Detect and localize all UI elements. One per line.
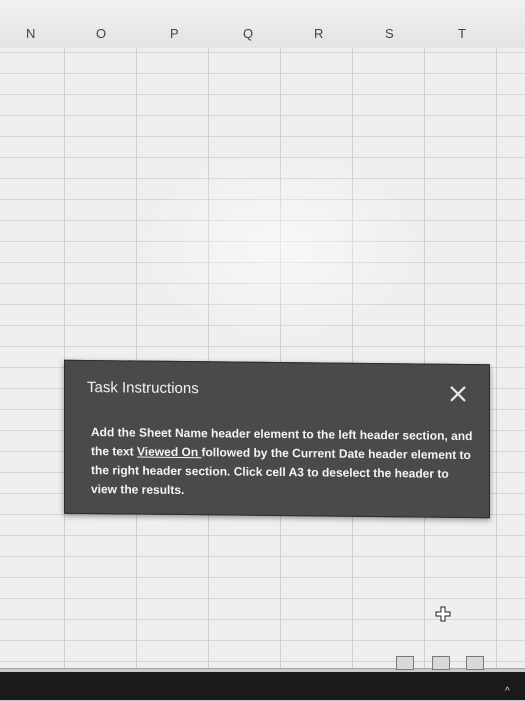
column-header-row: N O P Q R S T: [0, 0, 525, 49]
column-header-s[interactable]: S: [385, 26, 394, 41]
column-header-q[interactable]: Q: [243, 26, 253, 41]
cross-cursor-icon: [435, 606, 451, 622]
column-header-o[interactable]: O: [96, 26, 106, 41]
screen-glare: [140, 150, 420, 340]
dialog-instructions-text: Add the Sheet Name header element to the…: [91, 423, 475, 503]
column-header-r[interactable]: R: [314, 26, 323, 41]
taskbar: [0, 672, 525, 700]
close-icon[interactable]: [447, 383, 469, 405]
instructions-viewed-on: Viewed On: [137, 444, 202, 460]
column-header-p[interactable]: P: [170, 26, 179, 41]
dialog-title: Task Instructions: [87, 379, 199, 398]
task-instructions-dialog: Task Instructions Add the Sheet Name hea…: [64, 359, 490, 519]
chevron-up-icon[interactable]: ^: [505, 686, 510, 697]
column-header-n[interactable]: N: [26, 26, 35, 41]
column-header-t[interactable]: T: [458, 26, 466, 41]
page-break-view-icon[interactable]: [466, 656, 484, 670]
page-layout-view-icon[interactable]: [432, 656, 450, 670]
normal-view-icon[interactable]: [396, 656, 414, 670]
spreadsheet-grid[interactable]: [0, 48, 525, 668]
